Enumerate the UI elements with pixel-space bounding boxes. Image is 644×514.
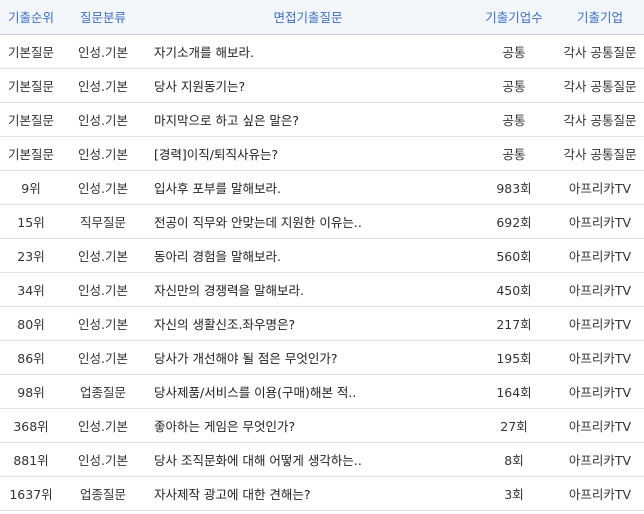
table-row[interactable]: 80위 인성.기본 자신의 생활신조.좌우명은? 217회 아프리카TV: [0, 306, 644, 341]
company-count-cell: 8회: [472, 442, 556, 477]
company-count-cell: 983회: [472, 170, 556, 205]
rank-cell: 34위: [0, 272, 62, 307]
question-link[interactable]: 입사후 포부를 말해보라.: [144, 170, 472, 205]
interview-question-table: 기출순위 질문분류 면접기출질문 기출기업수 기출기업 기본질문 인성.기본 자기소…: [0, 0, 644, 511]
table-row[interactable]: 기본질문 인성.기본 마지막으로 하고 싶은 말은? 공통 각사 공통질문: [0, 102, 644, 137]
table-row[interactable]: 15위 직무질문 전공이 직무와 안맞는데 지원한 이유는.. 692회 아프리카TV: [0, 204, 644, 239]
company-cell: 아프리카TV: [556, 238, 644, 273]
table-body: 기본질문 인성.기본 자기소개를 해보라. 공통 각사 공통질문 기본질문 인성.기본 당사 …: [0, 34, 644, 511]
rank-cell: 기본질문: [0, 34, 62, 69]
company-cell: 아프리카TV: [556, 340, 644, 375]
rank-cell: 881위: [0, 442, 62, 477]
question-link[interactable]: 당사제품/서비스를 이용(구매)해본 적..: [144, 374, 472, 409]
category-cell: 인성.기본: [62, 136, 144, 171]
category-cell: 인성.기본: [62, 238, 144, 273]
table-header: 기출순위 질문분류 면접기출질문 기출기업수 기출기업: [0, 0, 644, 35]
table-row[interactable]: 1637위 업종질문 자사제작 광고에 대한 견해는? 3회 아프리카TV: [0, 476, 644, 511]
table-row[interactable]: 86위 인성.기본 당사가 개선해야 될 점은 무엇인가? 195회 아프리카TV: [0, 340, 644, 375]
rank-cell: 기본질문: [0, 136, 62, 171]
rank-cell: 기본질문: [0, 102, 62, 137]
table-row[interactable]: 34위 인성.기본 자신만의 경쟁력을 말해보라. 450회 아프리카TV: [0, 272, 644, 307]
header-question: 면접기출질문: [144, 0, 472, 35]
company-count-cell: 27회: [472, 408, 556, 443]
question-link[interactable]: 자신만의 경쟁력을 말해보라.: [144, 272, 472, 307]
question-link[interactable]: 당사가 개선해야 될 점은 무엇인가?: [144, 340, 472, 375]
table-row[interactable]: 기본질문 인성.기본 [경력]이직/퇴직사유는? 공통 각사 공통질문: [0, 136, 644, 171]
company-count-cell: 공통: [472, 102, 556, 137]
header-company-count: 기출기업수: [472, 0, 556, 35]
table-row[interactable]: 23위 인성.기본 동아리 경험을 말해보라. 560회 아프리카TV: [0, 238, 644, 273]
company-cell: 아프리카TV: [556, 442, 644, 477]
header-company: 기출기업: [556, 0, 644, 35]
company-cell: 각사 공통질문: [556, 34, 644, 69]
company-count-cell: 450회: [472, 272, 556, 307]
company-count-cell: 공통: [472, 68, 556, 103]
category-cell: 인성.기본: [62, 34, 144, 69]
rank-cell: 368위: [0, 408, 62, 443]
rank-cell: 기본질문: [0, 68, 62, 103]
category-cell: 직무질문: [62, 204, 144, 239]
question-link[interactable]: 당사 지원동기는?: [144, 68, 472, 103]
question-link[interactable]: [경력]이직/퇴직사유는?: [144, 136, 472, 171]
company-count-cell: 195회: [472, 340, 556, 375]
company-cell: 아프리카TV: [556, 476, 644, 511]
company-cell: 아프리카TV: [556, 272, 644, 307]
table-row[interactable]: 368위 인성.기본 좋아하는 게임은 무엇인가? 27회 아프리카TV: [0, 408, 644, 443]
question-link[interactable]: 마지막으로 하고 싶은 말은?: [144, 102, 472, 137]
category-cell: 인성.기본: [62, 68, 144, 103]
company-cell: 아프리카TV: [556, 204, 644, 239]
company-cell: 각사 공통질문: [556, 136, 644, 171]
rank-cell: 98위: [0, 374, 62, 409]
category-cell: 인성.기본: [62, 102, 144, 137]
company-cell: 아프리카TV: [556, 306, 644, 341]
company-cell: 아프리카TV: [556, 408, 644, 443]
company-cell: 아프리카TV: [556, 374, 644, 409]
company-count-cell: 692회: [472, 204, 556, 239]
header-category: 질문분류: [62, 0, 144, 35]
rank-cell: 23위: [0, 238, 62, 273]
question-link[interactable]: 당사 조직문화에 대해 어떻게 생각하는..: [144, 442, 472, 477]
category-cell: 인성.기본: [62, 170, 144, 205]
category-cell: 업종질문: [62, 476, 144, 511]
question-link[interactable]: 동아리 경험을 말해보라.: [144, 238, 472, 273]
category-cell: 업종질문: [62, 374, 144, 409]
company-count-cell: 공통: [472, 136, 556, 171]
category-cell: 인성.기본: [62, 408, 144, 443]
table-row[interactable]: 881위 인성.기본 당사 조직문화에 대해 어떻게 생각하는.. 8회 아프리카TV: [0, 442, 644, 477]
question-link[interactable]: 좋아하는 게임은 무엇인가?: [144, 408, 472, 443]
table-row[interactable]: 기본질문 인성.기본 자기소개를 해보라. 공통 각사 공통질문: [0, 34, 644, 69]
company-count-cell: 공통: [472, 34, 556, 69]
rank-cell: 80위: [0, 306, 62, 341]
rank-cell: 1637위: [0, 476, 62, 511]
rank-cell: 86위: [0, 340, 62, 375]
table-row[interactable]: 98위 업종질문 당사제품/서비스를 이용(구매)해본 적.. 164회 아프리카TV: [0, 374, 644, 409]
rank-cell: 15위: [0, 204, 62, 239]
company-cell: 각사 공통질문: [556, 102, 644, 137]
category-cell: 인성.기본: [62, 272, 144, 307]
table-row[interactable]: 기본질문 인성.기본 당사 지원동기는? 공통 각사 공통질문: [0, 68, 644, 103]
category-cell: 인성.기본: [62, 442, 144, 477]
category-cell: 인성.기본: [62, 306, 144, 341]
question-link[interactable]: 자기소개를 해보라.: [144, 34, 472, 69]
company-count-cell: 560회: [472, 238, 556, 273]
company-cell: 각사 공통질문: [556, 68, 644, 103]
company-count-cell: 3회: [472, 476, 556, 511]
header-rank: 기출순위: [0, 0, 62, 35]
header-row: 기출순위 질문분류 면접기출질문 기출기업수 기출기업: [0, 0, 644, 35]
category-cell: 인성.기본: [62, 340, 144, 375]
table-row[interactable]: 9위 인성.기본 입사후 포부를 말해보라. 983회 아프리카TV: [0, 170, 644, 205]
rank-cell: 9위: [0, 170, 62, 205]
question-link[interactable]: 전공이 직무와 안맞는데 지원한 이유는..: [144, 204, 472, 239]
question-link[interactable]: 자사제작 광고에 대한 견해는?: [144, 476, 472, 511]
question-link[interactable]: 자신의 생활신조.좌우명은?: [144, 306, 472, 341]
company-count-cell: 164회: [472, 374, 556, 409]
company-count-cell: 217회: [472, 306, 556, 341]
company-cell: 아프리카TV: [556, 170, 644, 205]
